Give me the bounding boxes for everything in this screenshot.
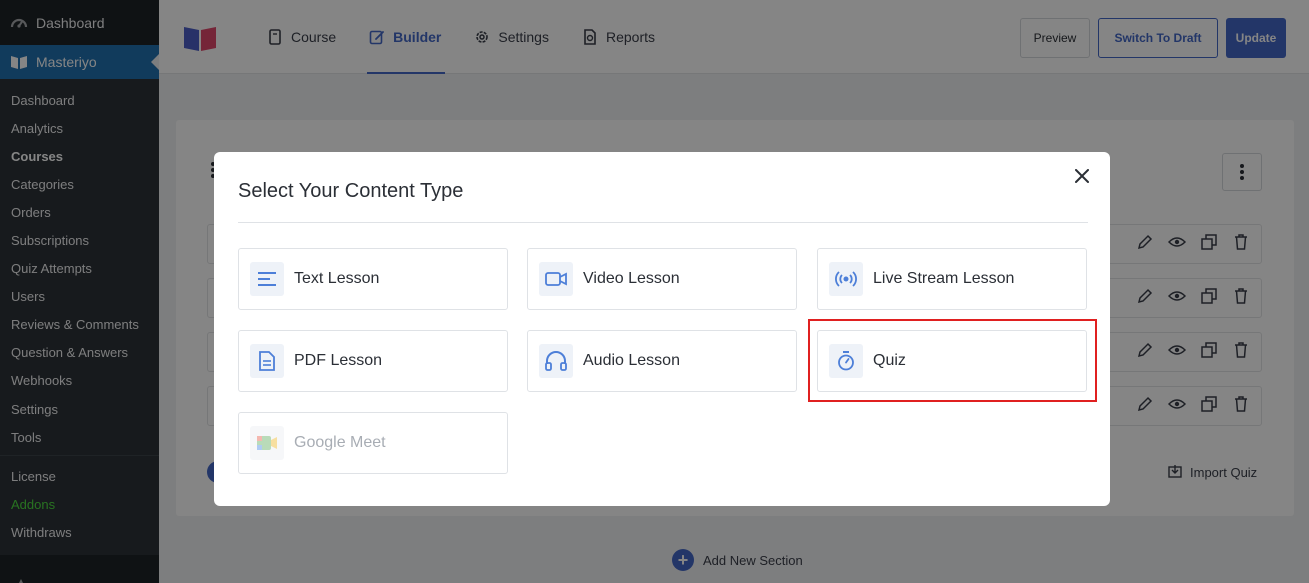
content-type-live-stream-lesson[interactable]: Live Stream Lesson	[817, 248, 1087, 310]
video-camera-icon	[539, 262, 573, 296]
content-type-pdf-lesson[interactable]: PDF Lesson	[238, 330, 508, 392]
content-type-google-meet: Google Meet	[238, 412, 508, 474]
content-type-label: Google Meet	[294, 434, 386, 451]
headphones-icon	[539, 344, 573, 378]
modal-divider	[238, 222, 1088, 223]
modal-title: Select Your Content Type	[238, 180, 464, 202]
broadcast-icon	[829, 262, 863, 296]
content-type-video-lesson[interactable]: Video Lesson	[527, 248, 797, 310]
text-lines-icon	[250, 262, 284, 296]
content-type-label: Text Lesson	[294, 270, 380, 287]
content-type-label: Live Stream Lesson	[873, 270, 1015, 287]
content-type-label: Audio Lesson	[583, 352, 680, 369]
content-type-label: Video Lesson	[583, 270, 680, 287]
content-type-label: PDF Lesson	[294, 352, 383, 369]
content-type-text-lesson[interactable]: Text Lesson	[238, 248, 508, 310]
close-icon[interactable]	[1072, 166, 1092, 186]
quiz-highlight-box	[808, 319, 1097, 402]
content-type-audio-lesson[interactable]: Audio Lesson	[527, 330, 797, 392]
google-meet-icon	[250, 426, 284, 460]
document-icon	[250, 344, 284, 378]
